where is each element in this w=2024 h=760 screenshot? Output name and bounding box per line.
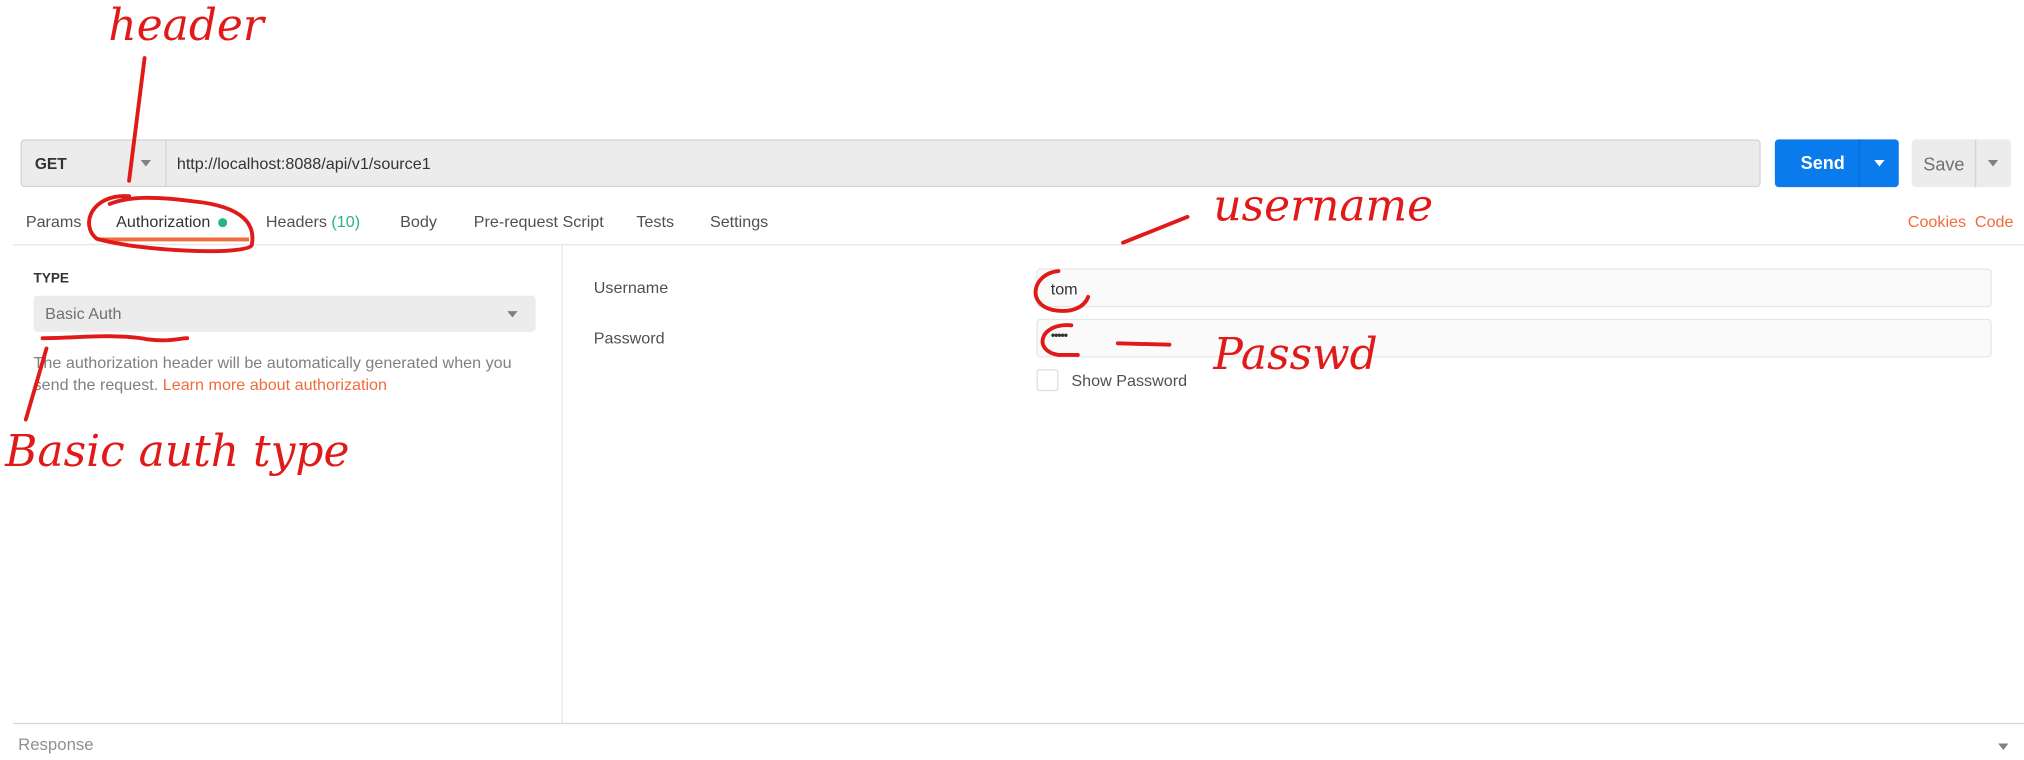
- annotation-username: username: [1213, 180, 1434, 233]
- annotation-ink: [23, 56, 1190, 422]
- annotation-circle: [1033, 269, 1091, 313]
- annotation-underline: [40, 334, 190, 343]
- annotation-passwd: Passwd: [1213, 329, 1378, 381]
- annotation-stroke: [1121, 214, 1190, 245]
- annotation-stroke: [127, 56, 147, 183]
- annotation-basic-auth-type: Basic auth type: [5, 425, 350, 478]
- annotation-header: header: [108, 0, 264, 52]
- annotation-circle: [87, 194, 255, 254]
- annotation-stroke: [23, 346, 49, 422]
- annotation-circle: [1040, 323, 1080, 357]
- annotation-stroke: [1115, 341, 1172, 347]
